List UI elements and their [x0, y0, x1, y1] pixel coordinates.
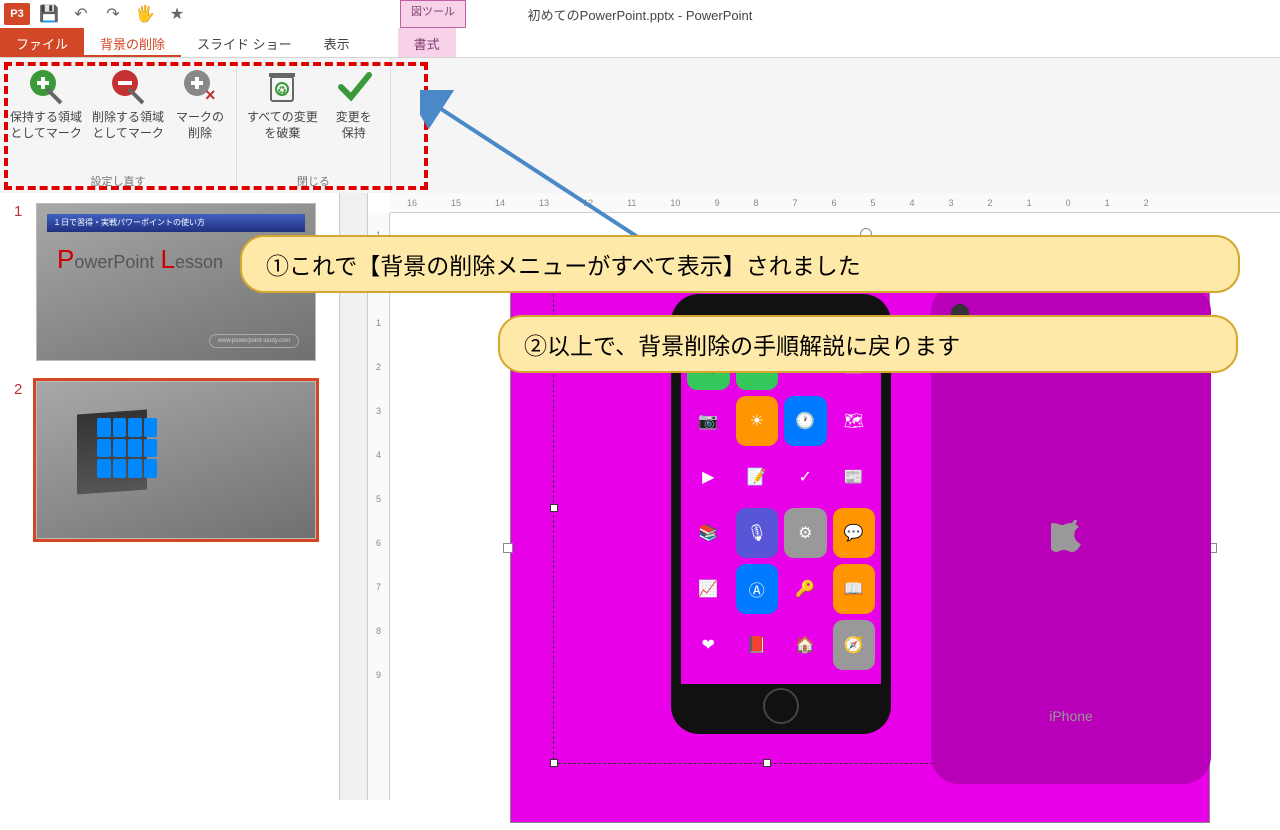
app-icon: 🗺 — [833, 396, 876, 446]
vertical-ruler: 10123456789 — [368, 213, 390, 800]
iphone-back-text: iPhone — [1049, 708, 1093, 724]
tab-file[interactable]: ファイル — [0, 28, 84, 57]
app-icon: ▶ — [687, 452, 730, 502]
save-icon[interactable]: 💾 — [36, 3, 62, 25]
trash-icon: ♻ — [262, 66, 302, 106]
app-icon: ⚙ — [784, 508, 827, 558]
quick-access-toolbar: P3 💾 ↶ ↷ 🖐 ★ — [0, 3, 190, 25]
contextual-tab-title: 図ツール — [411, 6, 455, 18]
apple-logo-icon — [1051, 510, 1091, 558]
svg-text:×: × — [205, 85, 216, 105]
slide-thumb-2-wrap[interactable]: 2 — [14, 381, 325, 539]
tab-picture-format[interactable]: 書式 — [398, 28, 456, 57]
minus-circle-icon — [108, 66, 148, 106]
undo-icon[interactable]: ↶ — [68, 3, 94, 25]
ribbon-group-refine-label: 設定し直す — [6, 171, 230, 191]
contextual-tab-header: 図ツール — [400, 0, 466, 28]
app-icon: 📈 — [687, 564, 730, 614]
app-icon: ❤ — [687, 620, 730, 670]
slide2-icons — [97, 418, 157, 478]
tab-view[interactable]: 表示 — [308, 28, 366, 57]
keep-changes-button[interactable]: 変更を 保持 — [324, 62, 384, 171]
svg-text:♻: ♻ — [277, 85, 287, 97]
mark-areas-to-keep-button[interactable]: 保持する領域 としてマーク — [6, 62, 86, 171]
plus-circle-icon — [26, 66, 66, 106]
app-icon: ☀ — [736, 396, 779, 446]
mark-areas-to-remove-button[interactable]: 削除する領域 としてマーク — [88, 62, 168, 171]
app-icon: 📕 — [736, 620, 779, 670]
app-icon: 📰 — [833, 452, 876, 502]
slide-number-2: 2 — [14, 381, 28, 539]
document-title: 初めてのPowerPoint.pptx - PowerPoint — [528, 5, 753, 24]
ribbon-group-refine: 保持する領域 としてマーク 削除する領域 としてマーク × マークの 削除 設定… — [0, 58, 237, 193]
favorites-icon[interactable]: ★ — [164, 3, 190, 25]
app-icon: 💬 — [833, 508, 876, 558]
app-icon: Ⓐ — [736, 564, 779, 614]
keep-mark-label: 保持する領域 としてマーク — [10, 110, 82, 141]
iphone-home-screen: 📞✉9📷📷☀🕐🗺▶📝✓📰📚🎙⚙💬📈Ⓐ🔑📖❤📕🏠🧭 — [681, 334, 881, 684]
slide1-title-bar: １日で習得・実戦パワーポイントの使い方 — [47, 214, 305, 232]
slide-thumb-2[interactable] — [36, 381, 316, 539]
discard-label: すべての変更 を破棄 — [247, 110, 318, 141]
discard-changes-button[interactable]: ♻ すべての変更 を破棄 — [243, 62, 322, 171]
app-icon: ✓ — [784, 452, 827, 502]
app-icon: 🏠 — [784, 620, 827, 670]
remove-mark-label: 削除する領域 としてマーク — [92, 110, 164, 141]
delete-mark-button[interactable]: × マークの 削除 — [170, 62, 230, 171]
app-icon: 🔑 — [784, 564, 827, 614]
checkmark-icon — [334, 66, 374, 106]
slide1-heading: PowerPoint Lesson — [57, 244, 223, 275]
delete-mark-icon: × — [180, 66, 220, 106]
keep-label: 変更を 保持 — [336, 110, 372, 141]
app-icon: 📚 — [687, 508, 730, 558]
app-icon: 📷 — [687, 396, 730, 446]
app-icon: 🎙 — [736, 508, 779, 558]
app-logo-icon: P3 — [4, 3, 30, 25]
title-bar: P3 💾 ↶ ↷ 🖐 ★ 図ツール 初めてのPowerPoint.pptx - … — [0, 0, 1280, 28]
ribbon-group-close-label: 閉じる — [243, 171, 384, 191]
tab-slideshow[interactable]: スライド ショー — [181, 28, 308, 57]
slide1-footer: www.powerpoint-study.com — [209, 334, 299, 348]
tutorial-callout-1: ①これで【背景の削除メニューがすべて表示】されました — [240, 235, 1240, 293]
app-icon: 📖 — [833, 564, 876, 614]
touch-mode-icon[interactable]: 🖐 — [132, 3, 158, 25]
app-icon: 📝 — [736, 452, 779, 502]
ribbon-group-close: ♻ すべての変更 を破棄 変更を 保持 閉じる — [237, 58, 391, 193]
app-icon: 🧭 — [833, 620, 876, 670]
redo-icon[interactable]: ↷ — [100, 3, 126, 25]
tutorial-callout-2: ②以上で、背景削除の手順解説に戻ります — [498, 315, 1238, 373]
ribbon-tabs: ファイル 背景の削除 スライド ショー 表示 書式 — [0, 28, 1280, 58]
slide-number-1: 1 — [14, 203, 28, 361]
app-icon: 🕐 — [784, 396, 827, 446]
tab-background-removal[interactable]: 背景の削除 — [84, 28, 181, 57]
delete-mark-label: マークの 削除 — [176, 110, 224, 141]
home-button-icon — [763, 688, 799, 724]
